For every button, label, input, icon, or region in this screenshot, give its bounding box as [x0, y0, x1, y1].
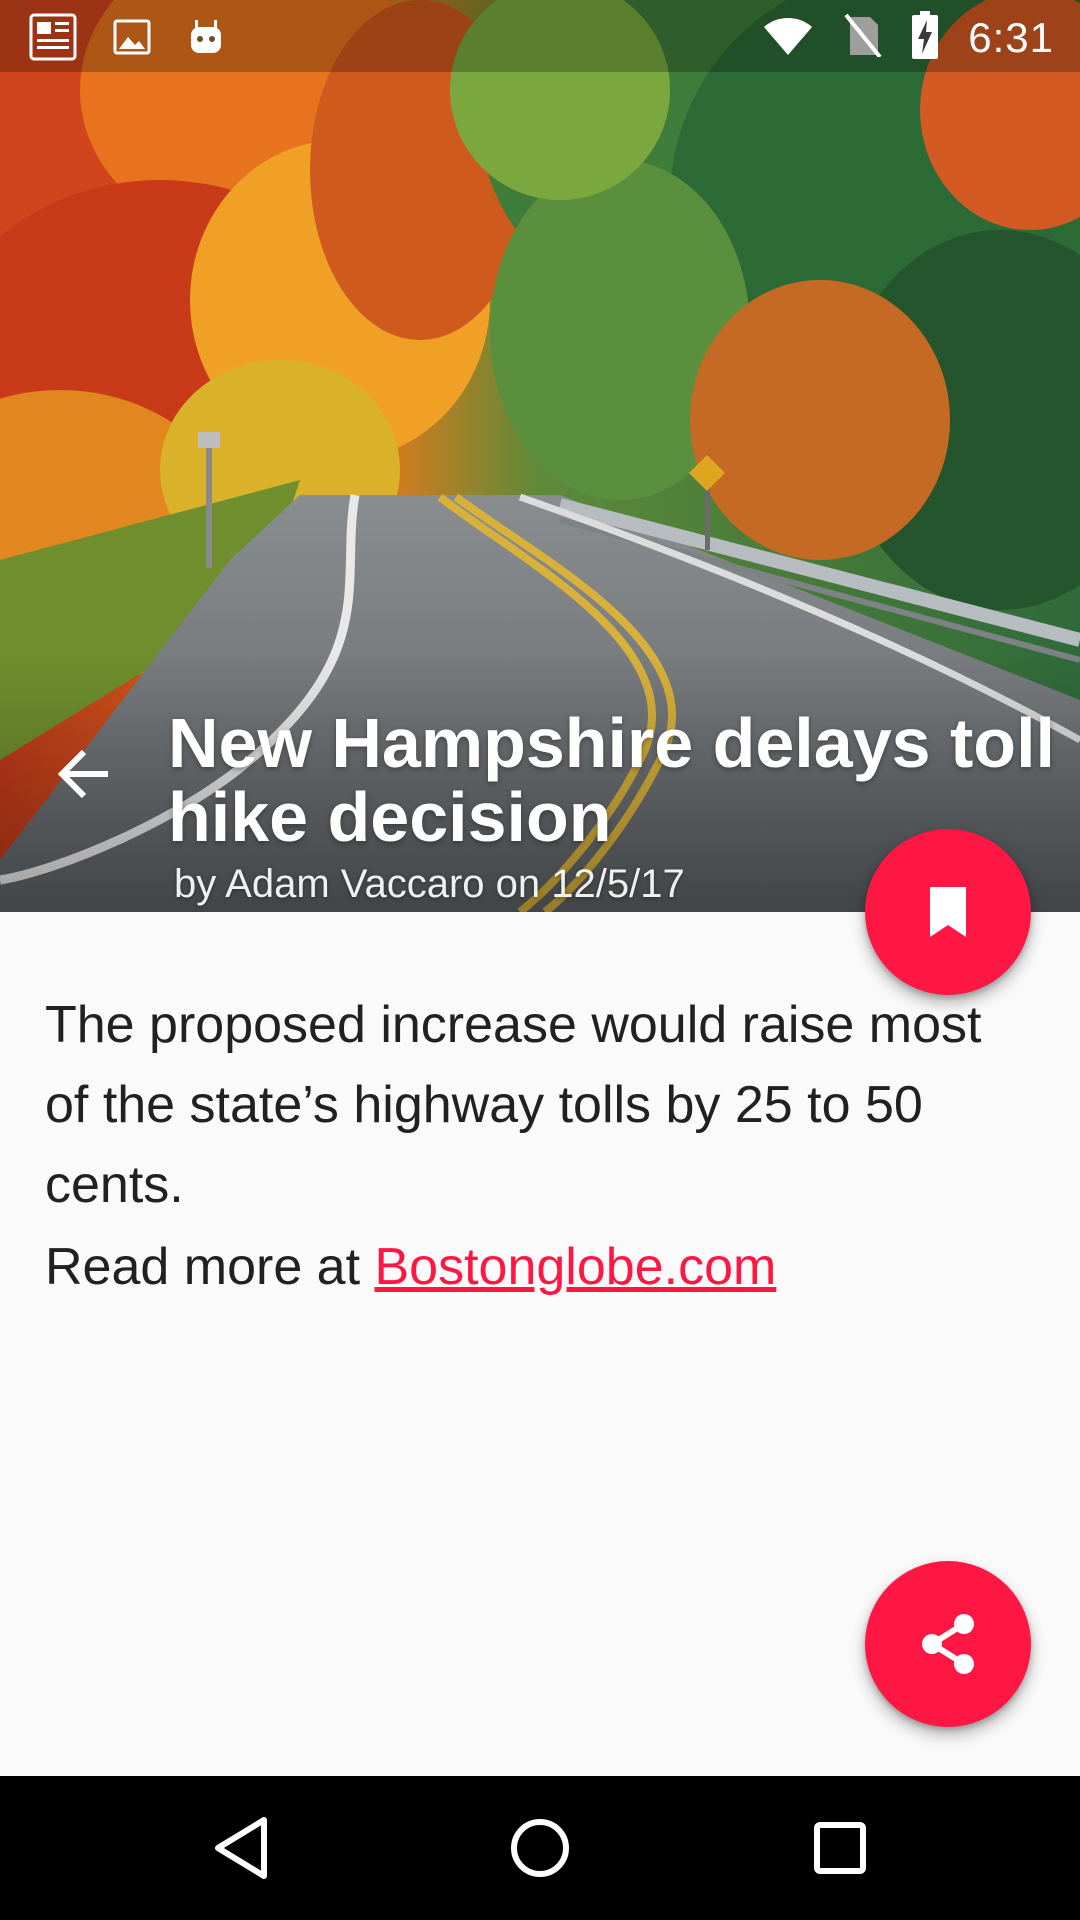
article-detail-screen: 6:31 New Hampshire delays toll hike deci…	[0, 0, 1080, 1920]
read-more-prefix: Read more at	[45, 1238, 375, 1296]
nav-recents-button[interactable]	[804, 1812, 876, 1884]
news-icon	[28, 12, 78, 67]
share-button[interactable]	[865, 1561, 1031, 1727]
navigation-bar	[0, 1776, 1080, 1920]
article-body: The proposed increase would raise most o…	[45, 985, 1025, 1307]
bookmark-icon	[930, 887, 966, 937]
nav-home-button[interactable]	[504, 1812, 576, 1884]
battery-charging-icon	[910, 10, 940, 65]
bookmark-button[interactable]	[865, 829, 1031, 995]
share-icon	[922, 1614, 974, 1674]
image-icon	[112, 17, 152, 62]
status-time: 6:31	[968, 13, 1054, 61]
read-more-line: Read more at Bostonglobe.com	[45, 1227, 1025, 1307]
arrow-back-icon	[57, 749, 108, 799]
nav-back-icon	[215, 1817, 267, 1879]
nav-back-button[interactable]	[206, 1812, 278, 1884]
android-icon	[186, 17, 226, 62]
no-sim-icon	[842, 13, 882, 62]
status-left-icons	[28, 12, 226, 67]
nav-recents-icon	[814, 1822, 866, 1874]
wifi-icon	[762, 13, 814, 62]
nav-home-icon	[511, 1819, 569, 1877]
article-byline: by Adam Vaccaro on 12/5/17	[174, 862, 685, 906]
article-summary: The proposed increase would raise most o…	[45, 996, 982, 1214]
back-button[interactable]	[52, 742, 116, 806]
status-bar: 6:31	[0, 0, 1080, 72]
source-link[interactable]: Bostonglobe.com	[375, 1238, 777, 1296]
status-right-icons: 6:31	[762, 10, 1054, 65]
